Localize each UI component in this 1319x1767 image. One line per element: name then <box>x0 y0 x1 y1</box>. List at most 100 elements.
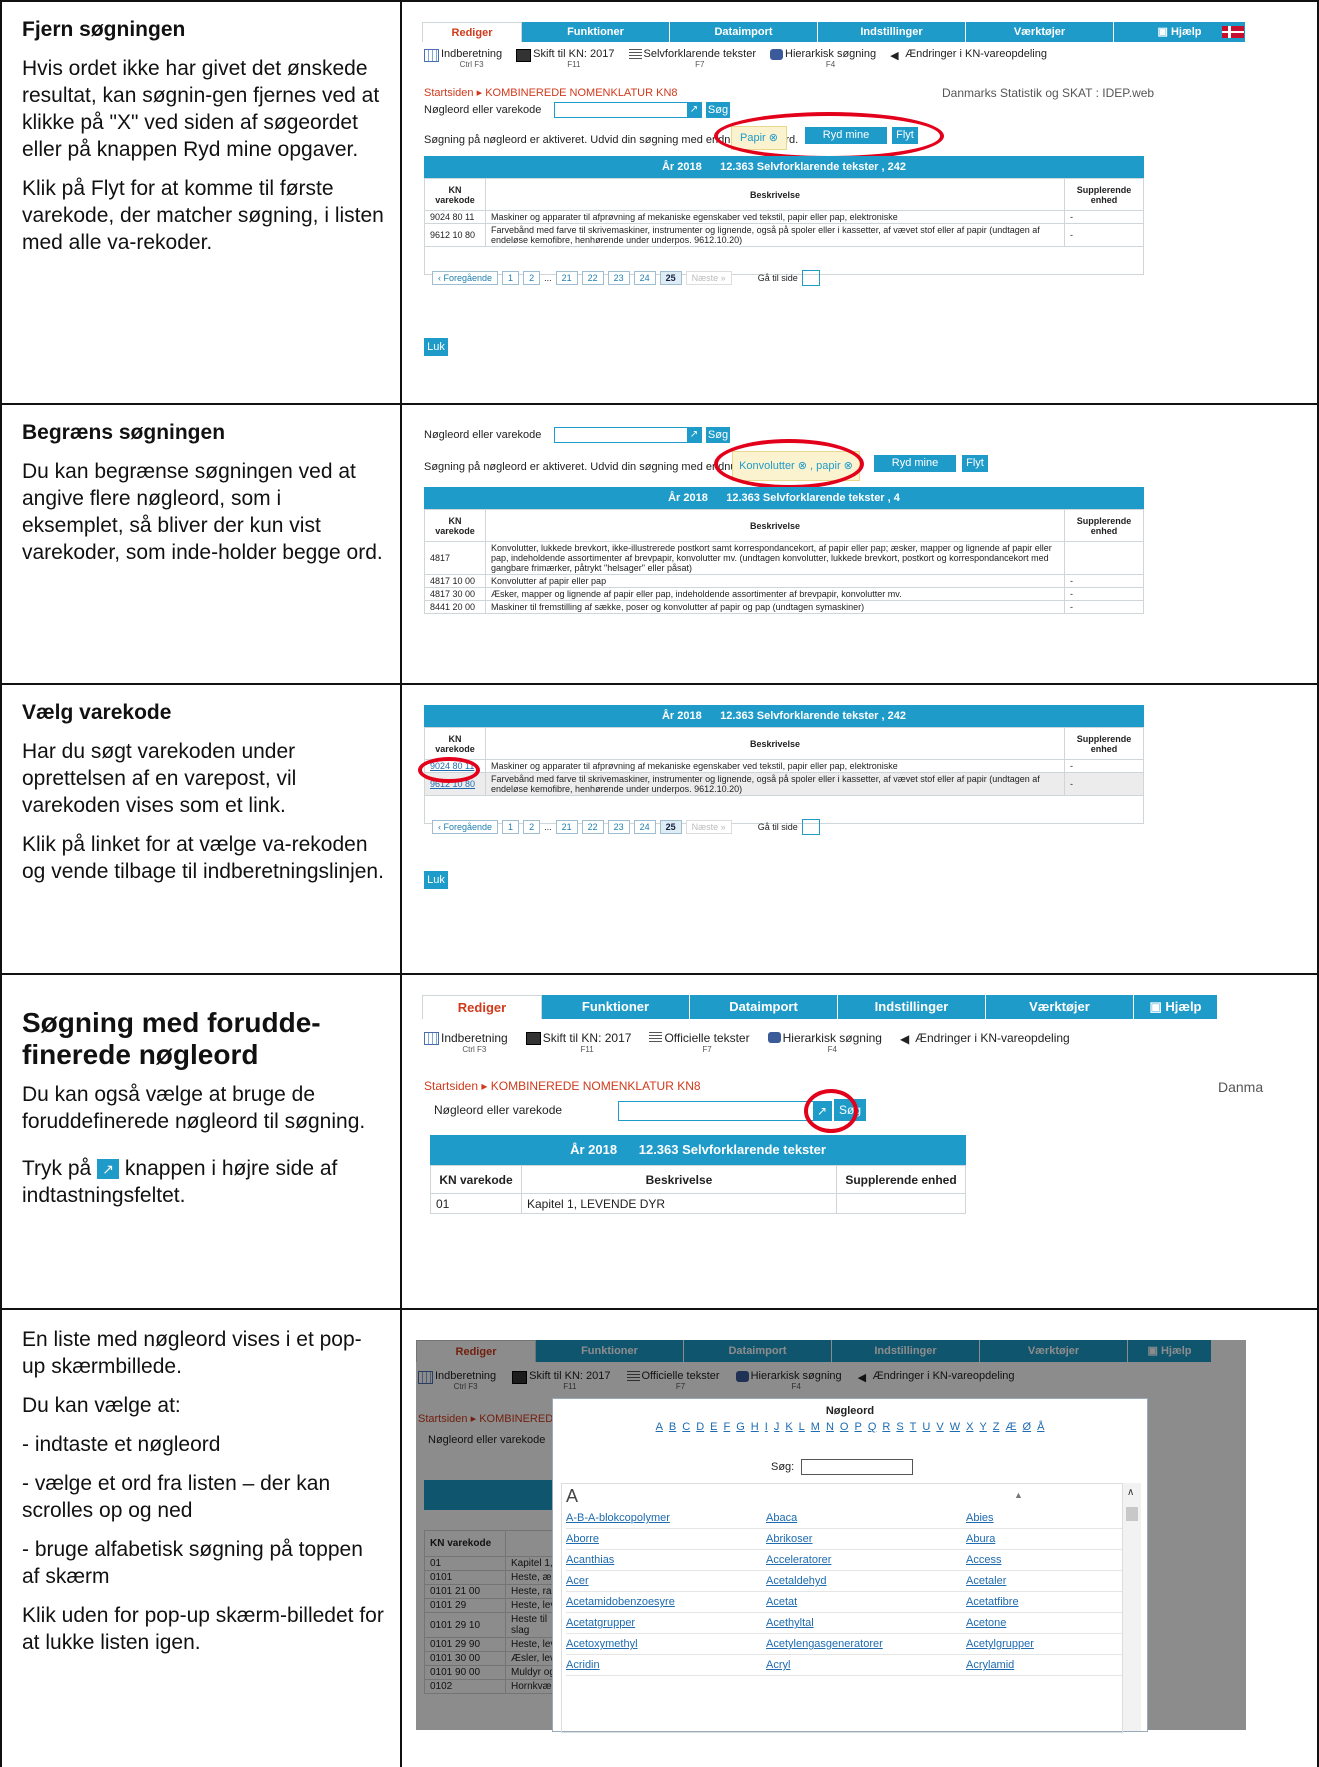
pager-page[interactable]: 22 <box>581 820 604 834</box>
alphabet-letter[interactable]: K <box>785 1421 792 1433</box>
luk-button[interactable]: Luk <box>424 338 448 356</box>
tab-vaerktoejer[interactable]: Værktøjer <box>966 22 1114 42</box>
alphabet-letter[interactable]: X <box>966 1421 973 1433</box>
alphabet-letter[interactable]: O <box>840 1421 849 1433</box>
officielle-button[interactable]: Officielle tekster F7 <box>649 1031 750 1054</box>
pager-page[interactable]: 24 <box>633 820 656 834</box>
keyword-link[interactable]: Acetaldehyd <box>766 1575 827 1587</box>
ryd-button[interactable]: Ryd mine opgaver <box>874 455 956 486</box>
search-button[interactable]: Søg <box>706 102 730 118</box>
pager-page[interactable]: 2 <box>523 271 541 285</box>
tab-funktioner[interactable]: Funktioner <box>522 22 670 42</box>
pager-prev[interactable]: ‹ Foregående <box>432 271 499 285</box>
keyword-link[interactable]: Acetat <box>766 1596 797 1608</box>
pager-page[interactable]: 1 <box>502 271 520 285</box>
pager-page[interactable]: 21 <box>555 271 578 285</box>
breadcrumb-home[interactable]: Startsiden <box>424 87 474 99</box>
alphabet-letter[interactable]: E <box>710 1421 717 1433</box>
alphabet-letter[interactable]: U <box>922 1421 930 1433</box>
keyword-link[interactable]: Access <box>966 1554 1001 1566</box>
keyword-link[interactable]: Acetatfibre <box>966 1596 1019 1608</box>
keyword-picker-icon[interactable]: ↗ <box>687 428 701 442</box>
alphabet-letter[interactable]: T <box>910 1421 917 1433</box>
alphabet-letter[interactable]: J <box>774 1421 780 1433</box>
alphabet-letter[interactable]: W <box>950 1421 960 1433</box>
alphabet-letter[interactable]: V <box>936 1421 943 1433</box>
tab-rediger[interactable]: Rediger <box>422 995 542 1019</box>
scrollbar[interactable]: ∧ <box>1123 1483 1141 1731</box>
breadcrumb-home[interactable]: Startsiden <box>424 1079 478 1093</box>
keyword-link[interactable]: Acridin <box>566 1659 600 1671</box>
selvforklarende-button[interactable]: Selvforklarende tekster F7 <box>628 48 756 69</box>
keyword-link[interactable]: Acrylamid <box>966 1659 1014 1671</box>
indberetning-button[interactable]: Indberetning Ctrl F3 <box>424 1031 508 1054</box>
keyword-link[interactable]: Acetylgrupper <box>966 1638 1034 1650</box>
skift-kn-button[interactable]: Skift til KN: 2017 F11 <box>525 1031 631 1054</box>
alphabet-letter[interactable]: Æ <box>1006 1421 1017 1433</box>
alphabet-letter[interactable]: N <box>826 1421 834 1433</box>
alphabet-letter[interactable]: Y <box>979 1421 986 1433</box>
tab-indstillinger[interactable]: Indstillinger <box>818 22 966 42</box>
alphabet-letter[interactable]: L <box>799 1421 805 1433</box>
pager-page[interactable]: 2 <box>523 820 541 834</box>
aendringer-button[interactable]: ◀ Ændringer i KN-vareopdeling <box>890 48 1047 62</box>
alphabet-letter[interactable]: Z <box>993 1421 1000 1433</box>
keyword-link[interactable]: Acryl <box>766 1659 790 1671</box>
tab-rediger[interactable]: Rediger <box>422 22 522 42</box>
alphabet-letter[interactable]: B <box>669 1421 676 1433</box>
keyword-list[interactable]: A ▲ A-B-A-blokcopolymer Abaca Abies Aborre A… <box>561 1483 1123 1733</box>
keyword-link[interactable]: Aborre <box>566 1533 599 1545</box>
keyword-link[interactable]: Abrikoser <box>766 1533 812 1545</box>
keyword-link[interactable]: Acetoxymethyl <box>566 1638 638 1650</box>
goto-input[interactable] <box>801 819 820 835</box>
flyt-button[interactable]: Flyt <box>962 455 988 472</box>
keyword-link[interactable]: Abaca <box>766 1512 797 1524</box>
pager-page[interactable]: 21 <box>555 820 578 834</box>
pager-page[interactable]: 23 <box>607 820 630 834</box>
alphabet-letter[interactable]: Å <box>1037 1421 1044 1433</box>
alphabet-letter[interactable]: Ø <box>1023 1421 1032 1433</box>
alphabet-letter[interactable]: A <box>656 1421 663 1433</box>
alphabet-letter[interactable]: H <box>751 1421 759 1433</box>
pager-page[interactable]: 22 <box>581 271 604 285</box>
keyword-link[interactable]: A-B-A-blokcopolymer <box>566 1512 670 1524</box>
pager-page[interactable]: 23 <box>607 271 630 285</box>
alphabet-letter[interactable]: P <box>854 1421 861 1433</box>
aendringer-button[interactable]: ◀ Ændringer i KN-vareopdeling <box>900 1031 1070 1046</box>
search-button[interactable]: Søg <box>706 427 730 443</box>
tab-indstillinger[interactable]: Indstillinger <box>838 995 986 1019</box>
keyword-link[interactable]: Acetamidobenzoesyre <box>566 1596 675 1608</box>
keyword-link[interactable]: Acetatgrupper <box>566 1617 635 1629</box>
alphabet-letter[interactable]: I <box>765 1421 768 1433</box>
alphabet-letter[interactable]: Q <box>868 1421 877 1433</box>
alphabet-letter[interactable]: D <box>696 1421 704 1433</box>
search-input[interactable]: ↗ <box>554 102 702 118</box>
tab-hjaelp[interactable]: ▣ Hjælp <box>1134 995 1218 1019</box>
keyword-link[interactable]: Acanthias <box>566 1554 614 1566</box>
tab-dataimport[interactable]: Dataimport <box>690 995 838 1019</box>
alphabet-letter[interactable]: F <box>724 1421 731 1433</box>
alphabet-letter[interactable]: M <box>811 1421 820 1433</box>
alphabet-letter[interactable]: R <box>882 1421 890 1433</box>
alphabet-letter[interactable]: G <box>736 1421 745 1433</box>
alphabet-letter[interactable]: S <box>896 1421 903 1433</box>
scroll-thumb[interactable] <box>1126 1507 1138 1521</box>
skift-kn-button[interactable]: Skift til KN: 2017 F11 <box>516 48 615 69</box>
flag-icon[interactable] <box>1222 26 1244 38</box>
tab-funktioner[interactable]: Funktioner <box>542 995 690 1019</box>
search-input[interactable]: ↗ <box>554 427 702 443</box>
hierarkisk-button[interactable]: Hierarkisk søgning F4 <box>767 1031 882 1054</box>
search-input[interactable]: ↗ <box>618 1101 832 1121</box>
tab-dataimport[interactable]: Dataimport <box>670 22 818 42</box>
keyword-link[interactable]: Acceleratorer <box>766 1554 831 1566</box>
luk-button[interactable]: Luk <box>424 871 448 889</box>
keyword-link[interactable]: Acetylengasgeneratorer <box>766 1638 883 1650</box>
indberetning-button[interactable]: Indberetning Ctrl F3 <box>424 48 502 69</box>
keyword-picker-icon[interactable]: ↗ <box>687 103 701 117</box>
keyword-link[interactable]: Acetaler <box>966 1575 1006 1587</box>
alphabet-letter[interactable]: C <box>682 1421 690 1433</box>
tab-vaerktoejer[interactable]: Værktøjer <box>986 995 1134 1019</box>
pager-prev[interactable]: ‹ Foregående <box>432 820 499 834</box>
scroll-up-icon[interactable]: ∧ <box>1127 1487 1134 1498</box>
keyword-link[interactable]: Acer <box>566 1575 589 1587</box>
